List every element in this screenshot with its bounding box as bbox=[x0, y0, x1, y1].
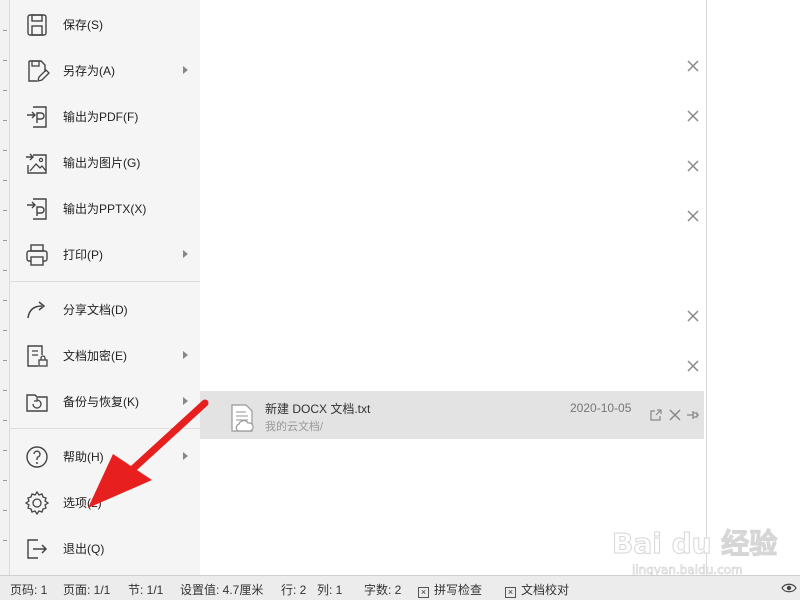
menu-item-label: 另存为(A) bbox=[63, 64, 115, 78]
close-icon[interactable] bbox=[686, 109, 700, 123]
watermark-brand: Bai du 经验 bbox=[612, 527, 777, 560]
cloud-document-icon bbox=[231, 404, 254, 432]
menu-item-label: 文档加密(E) bbox=[63, 349, 127, 363]
document-canvas bbox=[706, 0, 800, 575]
menu-item-label: 备份与恢复(K) bbox=[63, 395, 139, 409]
status-setting[interactable]: 设置值: 4.7厘米 bbox=[180, 581, 263, 598]
encrypt-icon bbox=[27, 345, 48, 367]
pin-icon[interactable] bbox=[686, 408, 700, 422]
export-image-icon bbox=[26, 153, 47, 174]
menu-item-label: 输出为PDF(F) bbox=[63, 110, 139, 124]
recent-files-panel: 新建 DOCX 文档.txt 我的云文档/ 2020-10-05 bbox=[200, 0, 706, 575]
status-row[interactable]: 行: 2 bbox=[281, 581, 306, 598]
menu-item-options[interactable]: 选项(L) bbox=[10, 479, 200, 525]
menu-divider bbox=[10, 428, 200, 429]
menu-item-label: 退出(Q) bbox=[63, 542, 105, 556]
document-ruler-gutter bbox=[0, 0, 10, 575]
checkbox-icon: × bbox=[505, 587, 516, 598]
menu-item-export-image[interactable]: 输出为图片(G) bbox=[10, 139, 200, 185]
gear-icon bbox=[24, 490, 50, 516]
remove-file-icon[interactable] bbox=[668, 408, 682, 422]
menu-item-encrypt[interactable]: 文档加密(E) bbox=[10, 332, 200, 378]
recent-file-row[interactable]: 新建 DOCX 文档.txt 我的云文档/ 2020-10-05 bbox=[200, 391, 704, 439]
submenu-arrow-icon bbox=[183, 397, 188, 405]
baidu-watermark: Bai du 经验 jingyan.baidu.com bbox=[612, 527, 778, 578]
submenu-arrow-icon bbox=[183, 452, 188, 460]
backup-icon bbox=[26, 394, 48, 412]
file-menu: 保存(S) 另存为(A) 输出为PDF(F) 输出为图片(G) 输出为PPTX(… bbox=[10, 0, 200, 575]
close-icon[interactable] bbox=[686, 209, 700, 223]
menu-item-exit[interactable]: 退出(Q) bbox=[10, 525, 200, 571]
close-icon[interactable] bbox=[686, 159, 700, 173]
file-name: 新建 DOCX 文档.txt bbox=[265, 402, 371, 416]
menu-item-label: 保存(S) bbox=[63, 18, 103, 32]
menu-item-save-as[interactable]: 另存为(A) bbox=[10, 47, 200, 93]
menu-item-label: 输出为PPTX(X) bbox=[63, 202, 147, 216]
export-pdf-icon bbox=[27, 106, 47, 128]
status-section[interactable]: 节: 1/1 bbox=[128, 581, 163, 598]
spell-check-label: 拼写检查 bbox=[434, 583, 483, 597]
status-bar: 页码: 1 页面: 1/1 节: 1/1 设置值: 4.7厘米 行: 2 列: … bbox=[0, 575, 800, 600]
proofread-toggle[interactable]: × 文档校对 bbox=[505, 581, 569, 598]
status-word-count[interactable]: 字数: 2 bbox=[364, 581, 401, 598]
menu-item-label: 帮助(H) bbox=[63, 450, 104, 464]
menu-item-backup[interactable]: 备份与恢复(K) bbox=[10, 378, 200, 424]
menu-item-share[interactable]: 分享文档(D) bbox=[10, 286, 200, 332]
menu-item-label: 打印(P) bbox=[63, 248, 103, 262]
submenu-arrow-icon bbox=[183, 250, 188, 258]
export-pptx-icon bbox=[27, 198, 47, 220]
submenu-arrow-icon bbox=[183, 351, 188, 359]
share-file-icon[interactable] bbox=[649, 408, 663, 422]
close-icon[interactable] bbox=[686, 59, 700, 73]
close-icon[interactable] bbox=[686, 309, 700, 323]
menu-item-label: 分享文档(D) bbox=[63, 303, 128, 317]
file-path: 我的云文档/ bbox=[265, 421, 324, 433]
proofread-label: 文档校对 bbox=[521, 583, 570, 597]
menu-item-save[interactable]: 保存(S) bbox=[10, 1, 200, 47]
status-pages[interactable]: 页面: 1/1 bbox=[63, 581, 110, 598]
status-column[interactable]: 列: 1 bbox=[317, 581, 342, 598]
close-icon[interactable] bbox=[686, 359, 700, 373]
menu-item-export-pptx[interactable]: 输出为PPTX(X) bbox=[10, 185, 200, 231]
submenu-arrow-icon bbox=[183, 66, 188, 74]
menu-item-help[interactable]: 帮助(H) bbox=[10, 433, 200, 479]
exit-icon bbox=[27, 539, 48, 559]
spell-check-toggle[interactable]: × 拼写检查 bbox=[418, 581, 482, 598]
checkbox-icon: × bbox=[418, 587, 429, 598]
save-icon bbox=[27, 14, 47, 36]
menu-item-export-pdf[interactable]: 输出为PDF(F) bbox=[10, 93, 200, 139]
print-icon bbox=[26, 244, 48, 266]
status-page[interactable]: 页码: 1 bbox=[10, 581, 47, 598]
menu-divider bbox=[10, 281, 200, 282]
save-as-icon bbox=[28, 60, 50, 82]
menu-item-label: 选项(L) bbox=[63, 496, 102, 510]
eye-icon[interactable] bbox=[781, 581, 797, 595]
file-date: 2020-10-05 bbox=[570, 401, 632, 415]
menu-item-print[interactable]: 打印(P) bbox=[10, 231, 200, 277]
share-icon bbox=[27, 301, 46, 319]
help-icon bbox=[26, 446, 48, 468]
menu-item-label: 输出为图片(G) bbox=[63, 156, 141, 170]
